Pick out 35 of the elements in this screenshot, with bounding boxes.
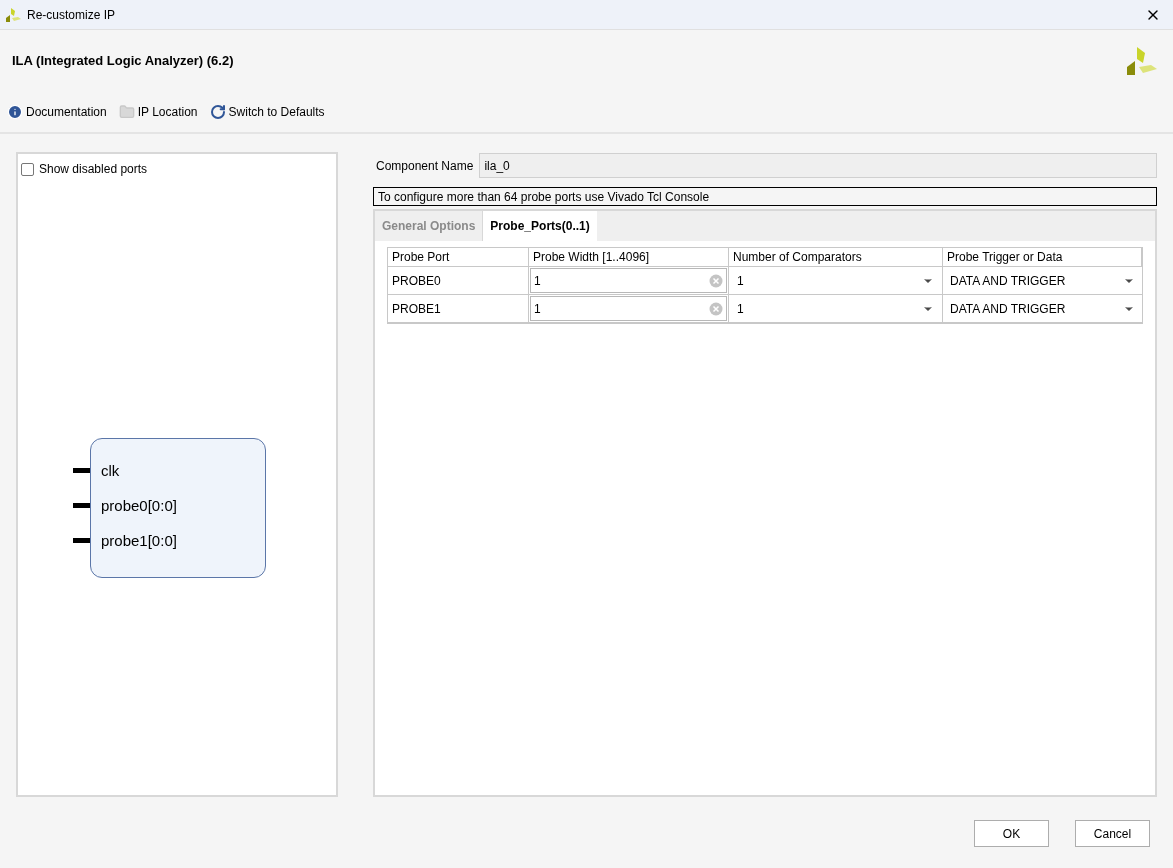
trigger-dropdown[interactable]: DATA AND TRIGGER: [943, 295, 1142, 323]
port-pin: [73, 503, 90, 508]
dialog-heading: ILA (Integrated Logic Analyzer) (6.2): [12, 52, 234, 71]
tab[interactable]: Probe_Ports(0..1): [483, 211, 597, 241]
column-header: Probe Port: [388, 248, 529, 267]
port-pin: [73, 538, 90, 543]
table-cell: PROBE1: [388, 295, 529, 323]
toolbar-link[interactable]: IP Location: [118, 103, 198, 121]
toolbar-link[interactable]: Switch to Defaults: [209, 103, 325, 121]
window-title: Re-customize IP: [27, 6, 116, 24]
component-name-field[interactable]: ila_0: [479, 153, 1157, 178]
logo-icon: [5, 6, 21, 23]
column-header: Probe Trigger or Data: [943, 248, 1142, 267]
checkbox[interactable]: [21, 162, 34, 176]
column-header: Number of Comparators: [729, 248, 943, 267]
comparators-dropdown[interactable]: 1: [729, 267, 943, 295]
probe-width-field[interactable]: 1: [530, 268, 727, 293]
dialog-button[interactable]: Cancel: [1075, 820, 1150, 847]
dialog-button[interactable]: OK: [974, 820, 1049, 847]
folder-icon: [118, 104, 135, 120]
port-label: clk: [101, 462, 120, 479]
component-name-label: Component Name: [376, 157, 474, 175]
probe-width-field[interactable]: 1: [530, 296, 727, 321]
column-header: Probe Width [1..4096]: [529, 248, 729, 267]
port-label: probe0[0:0]: [101, 497, 177, 514]
logo-icon: [1125, 45, 1157, 77]
comparators-dropdown[interactable]: 1: [729, 295, 943, 323]
trigger-dropdown[interactable]: DATA AND TRIGGER: [943, 267, 1142, 295]
port-pin: [73, 468, 90, 473]
notice-text: To configure more than 64 probe ports use Vivado Tcl Console: [373, 187, 1157, 206]
toolbar-link[interactable]: Documentation: [7, 103, 107, 121]
table-cell: PROBE0: [388, 267, 529, 295]
info-icon: [7, 104, 23, 120]
port-label: probe1[0:0]: [101, 532, 177, 549]
refresh-icon: [209, 104, 226, 120]
